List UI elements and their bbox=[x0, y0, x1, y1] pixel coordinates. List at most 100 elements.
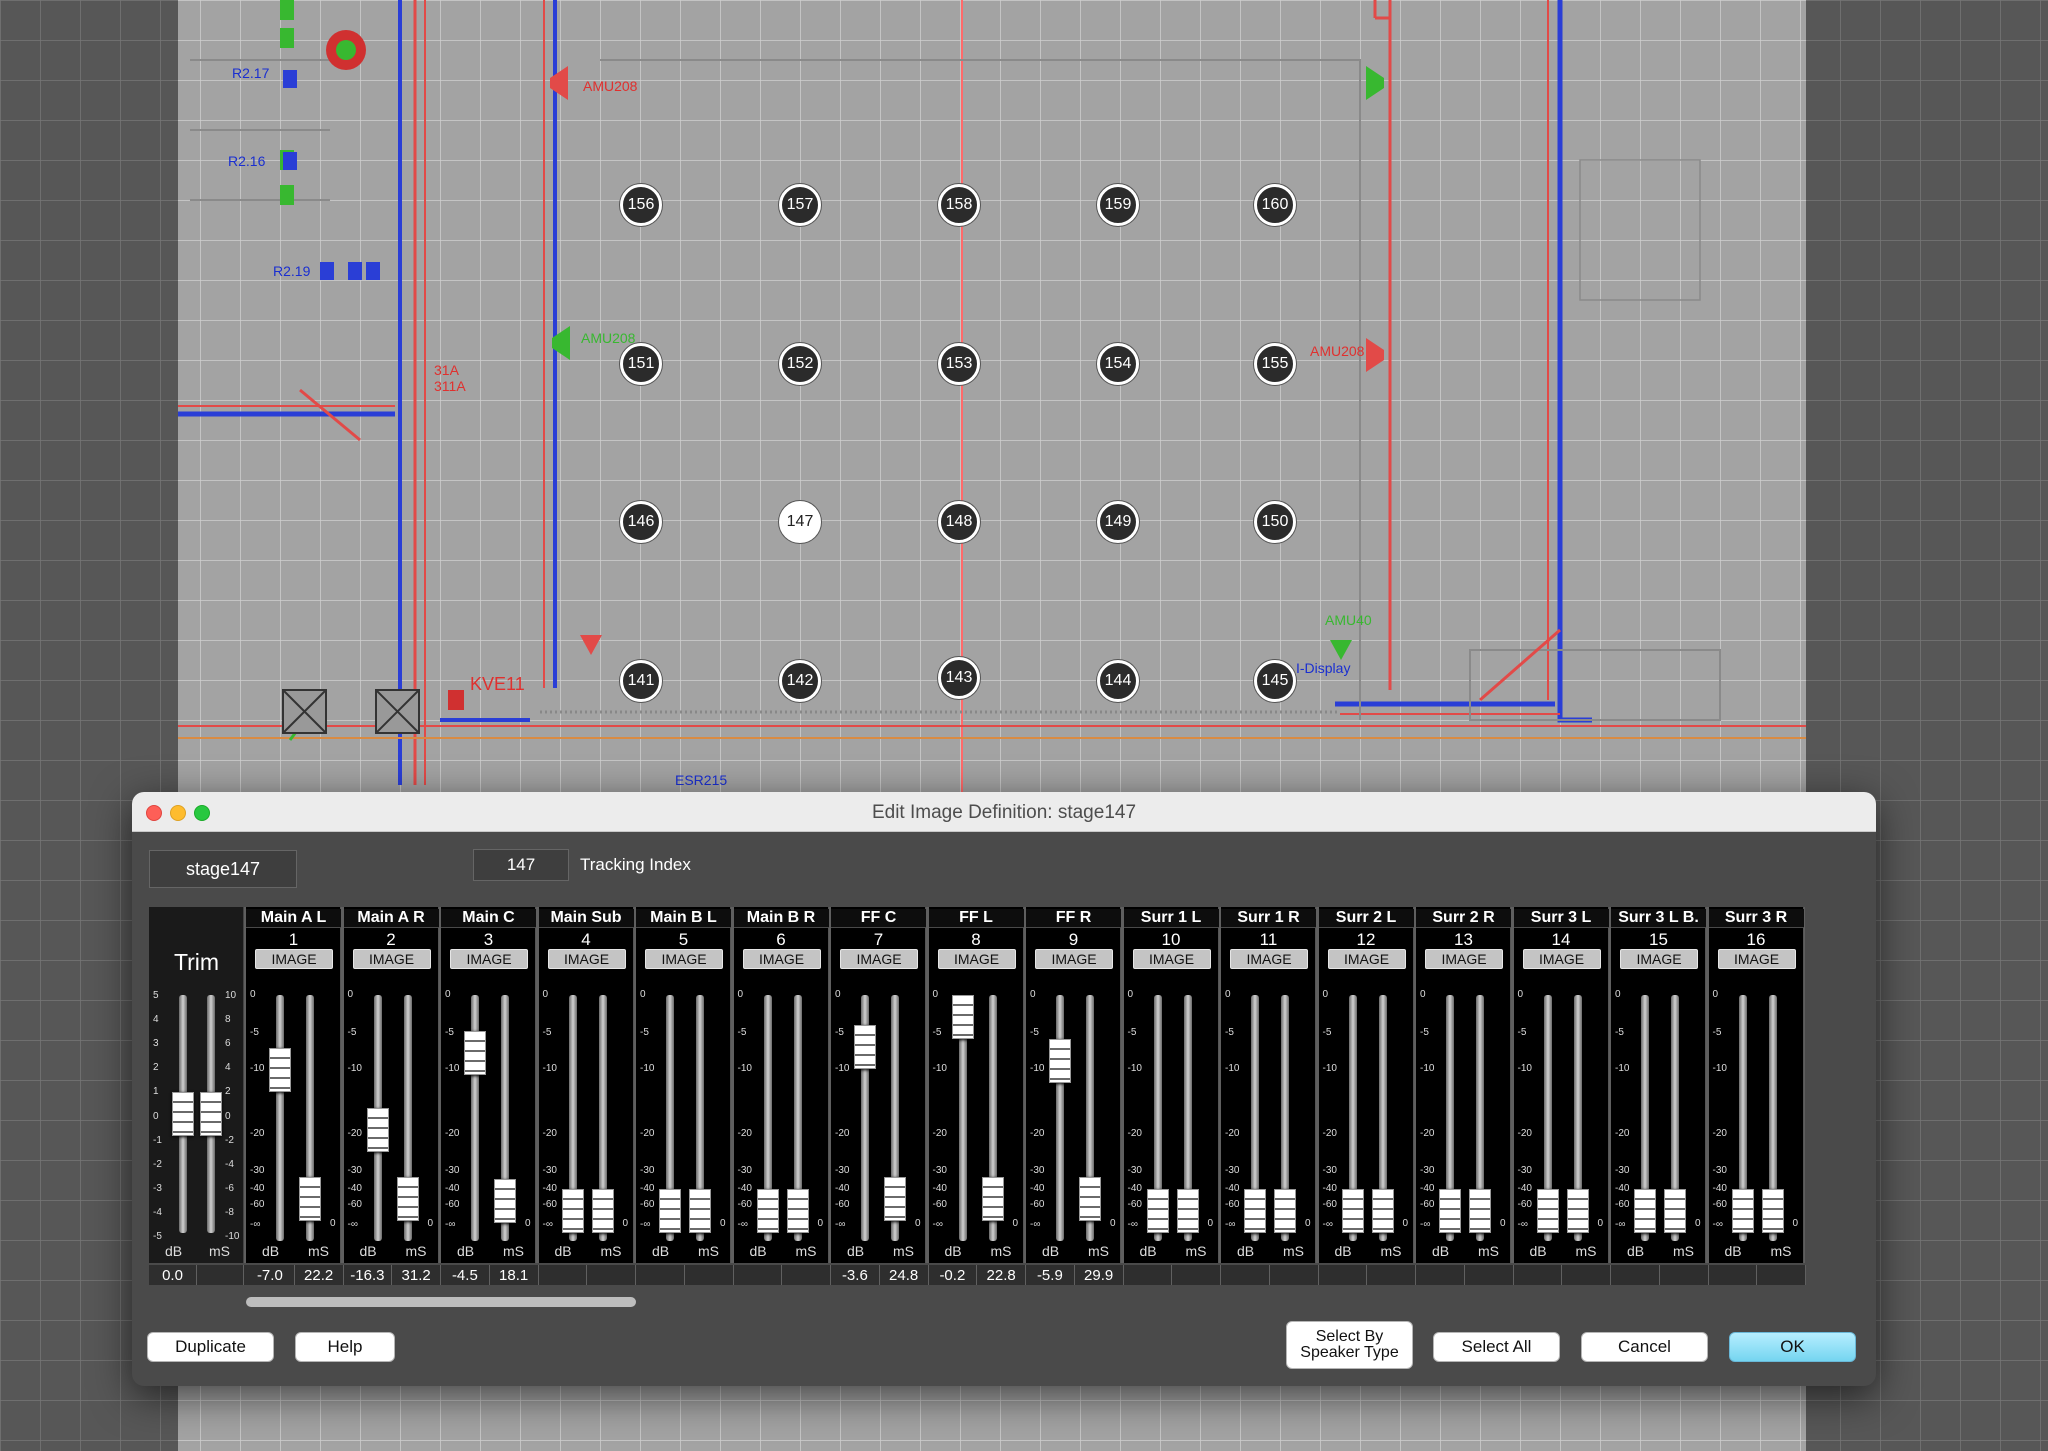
channel-ms-value[interactable]: 29.9 bbox=[1075, 1265, 1124, 1285]
channel-gain-fader[interactable] bbox=[1439, 1188, 1461, 1233]
channel-delay-fader[interactable] bbox=[396, 1176, 419, 1221]
channel-delay-fader[interactable] bbox=[1274, 1188, 1296, 1233]
channel-db-value[interactable] bbox=[636, 1265, 685, 1285]
select-by-speaker-type-button[interactable]: Select By Speaker Type bbox=[1286, 1321, 1413, 1369]
channel-delay-fader[interactable] bbox=[1761, 1188, 1784, 1233]
select-all-button[interactable]: Select All bbox=[1433, 1332, 1560, 1362]
channel-image-button[interactable]: IMAGE bbox=[352, 949, 431, 969]
channel-gain-track[interactable] bbox=[276, 995, 284, 1241]
channel-delay-fader[interactable] bbox=[1469, 1188, 1491, 1233]
trim-delay-fader[interactable] bbox=[200, 1092, 222, 1136]
channel-ms-value[interactable] bbox=[1562, 1265, 1611, 1285]
channel-db-value[interactable]: -7.0 bbox=[246, 1265, 295, 1285]
trim-ms-value[interactable] bbox=[197, 1265, 244, 1285]
channel-ms-value[interactable]: 24.8 bbox=[880, 1265, 929, 1285]
channel-ms-value[interactable]: 22.8 bbox=[977, 1265, 1026, 1285]
channel-db-value[interactable] bbox=[1319, 1265, 1368, 1285]
channel-gain-fader[interactable] bbox=[1049, 1039, 1071, 1084]
channel-gain-fader[interactable] bbox=[561, 1188, 584, 1233]
stage-node-157[interactable]: 157 bbox=[779, 184, 821, 226]
channel-image-button[interactable]: IMAGE bbox=[1035, 949, 1113, 969]
channel-db-value[interactable]: -4.5 bbox=[441, 1265, 490, 1285]
channel-gain-fader[interactable] bbox=[464, 1031, 486, 1076]
channel-gain-fader[interactable] bbox=[854, 1025, 876, 1070]
stage-node-153[interactable]: 153 bbox=[938, 343, 980, 385]
channel-delay-fader[interactable] bbox=[299, 1176, 321, 1221]
channel-db-value[interactable] bbox=[539, 1265, 588, 1285]
channel-image-button[interactable]: IMAGE bbox=[1620, 949, 1698, 969]
duplicate-button[interactable]: Duplicate bbox=[147, 1332, 274, 1362]
channel-ms-value[interactable] bbox=[782, 1265, 831, 1285]
channel-ms-value[interactable] bbox=[1757, 1265, 1806, 1285]
channel-delay-fader[interactable] bbox=[981, 1176, 1004, 1221]
channel-db-value[interactable]: -16.3 bbox=[344, 1265, 393, 1285]
channel-gain-fader[interactable] bbox=[269, 1047, 291, 1092]
stage-node-158[interactable]: 158 bbox=[938, 184, 980, 226]
stage-node-148[interactable]: 148 bbox=[938, 501, 980, 543]
channel-delay-fader[interactable] bbox=[1566, 1188, 1589, 1233]
channel-image-button[interactable]: IMAGE bbox=[1717, 949, 1796, 969]
channel-image-button[interactable]: IMAGE bbox=[1230, 949, 1308, 969]
channel-image-button[interactable]: IMAGE bbox=[840, 949, 918, 969]
channel-db-value[interactable] bbox=[1221, 1265, 1270, 1285]
stage-node-143[interactable]: 143 bbox=[938, 657, 980, 699]
channel-gain-fader[interactable] bbox=[1244, 1188, 1266, 1233]
channel-gain-fader[interactable] bbox=[1341, 1188, 1364, 1233]
channel-delay-fader[interactable] bbox=[1176, 1188, 1199, 1233]
stage-node-149[interactable]: 149 bbox=[1097, 501, 1139, 543]
tracking-index-field[interactable]: 147 bbox=[473, 849, 569, 881]
channel-gain-fader[interactable] bbox=[1634, 1188, 1656, 1233]
channel-ms-value[interactable] bbox=[1172, 1265, 1221, 1285]
channel-gain-fader[interactable] bbox=[1731, 1188, 1754, 1233]
channel-image-button[interactable]: IMAGE bbox=[937, 949, 1016, 969]
stage-node-155[interactable]: 155 bbox=[1254, 343, 1296, 385]
channel-gain-fader[interactable] bbox=[1536, 1188, 1559, 1233]
channel-db-value[interactable]: -0.2 bbox=[929, 1265, 978, 1285]
channel-db-value[interactable] bbox=[1709, 1265, 1758, 1285]
channel-delay-fader[interactable] bbox=[689, 1188, 711, 1233]
channel-ms-value[interactable] bbox=[1367, 1265, 1416, 1285]
channel-gain-fader[interactable] bbox=[951, 995, 974, 1039]
stage-node-150[interactable]: 150 bbox=[1254, 501, 1296, 543]
channel-gain-fader[interactable] bbox=[1146, 1188, 1169, 1233]
title-bar[interactable]: Edit Image Definition: stage147 bbox=[132, 792, 1876, 832]
scrollbar-thumb[interactable] bbox=[246, 1297, 636, 1307]
image-name-field[interactable]: stage147 bbox=[149, 850, 297, 888]
trim-db-value[interactable]: 0.0 bbox=[149, 1265, 197, 1285]
channel-db-value[interactable] bbox=[734, 1265, 783, 1285]
stage-node-151[interactable]: 151 bbox=[620, 343, 662, 385]
channel-delay-fader[interactable] bbox=[1664, 1188, 1686, 1233]
channel-delay-fader[interactable] bbox=[591, 1188, 614, 1233]
channel-db-value[interactable] bbox=[1124, 1265, 1173, 1285]
channel-image-button[interactable]: IMAGE bbox=[1327, 949, 1406, 969]
help-button[interactable]: Help bbox=[295, 1332, 395, 1362]
channel-ms-value[interactable] bbox=[1465, 1265, 1514, 1285]
stage-node-144[interactable]: 144 bbox=[1097, 660, 1139, 702]
channel-delay-fader[interactable] bbox=[1371, 1188, 1394, 1233]
stage-node-142[interactable]: 142 bbox=[779, 660, 821, 702]
channel-db-value[interactable]: -3.6 bbox=[831, 1265, 880, 1285]
channel-image-button[interactable]: IMAGE bbox=[255, 949, 333, 969]
channel-image-button[interactable]: IMAGE bbox=[1425, 949, 1503, 969]
channel-ms-value[interactable]: 31.2 bbox=[392, 1265, 441, 1285]
channel-delay-fader[interactable] bbox=[786, 1188, 809, 1233]
stage-node-152[interactable]: 152 bbox=[779, 343, 821, 385]
channel-image-button[interactable]: IMAGE bbox=[1522, 949, 1601, 969]
channel-gain-fader[interactable] bbox=[756, 1188, 779, 1233]
channel-image-button[interactable]: IMAGE bbox=[645, 949, 723, 969]
channel-delay-fader[interactable] bbox=[1079, 1176, 1101, 1221]
stage-node-154[interactable]: 154 bbox=[1097, 343, 1139, 385]
channel-image-button[interactable]: IMAGE bbox=[1132, 949, 1211, 969]
channel-ms-value[interactable]: 22.2 bbox=[295, 1265, 344, 1285]
stage-node-146[interactable]: 146 bbox=[620, 501, 662, 543]
channel-image-button[interactable]: IMAGE bbox=[547, 949, 626, 969]
channel-ms-value[interactable] bbox=[587, 1265, 636, 1285]
channel-ms-value[interactable] bbox=[1660, 1265, 1709, 1285]
channel-db-value[interactable] bbox=[1514, 1265, 1563, 1285]
stage-node-141[interactable]: 141 bbox=[620, 660, 662, 702]
mixer-horizontal-scrollbar[interactable] bbox=[246, 1295, 1805, 1309]
channel-gain-fader[interactable] bbox=[659, 1188, 681, 1233]
channel-db-value[interactable]: -5.9 bbox=[1026, 1265, 1075, 1285]
stage-node-159[interactable]: 159 bbox=[1097, 184, 1139, 226]
channel-db-value[interactable] bbox=[1416, 1265, 1465, 1285]
